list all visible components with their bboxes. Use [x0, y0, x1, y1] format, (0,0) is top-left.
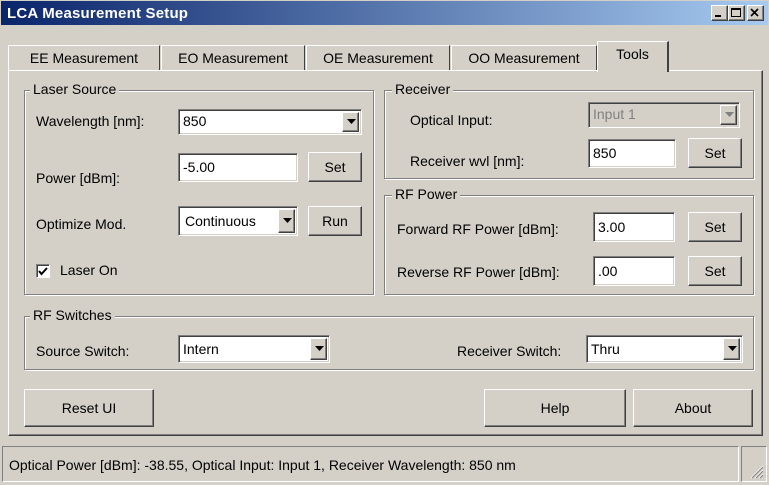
optimize-mod-label: Optimize Mod. [36, 216, 127, 232]
source-switch-combo[interactable]: Intern [178, 335, 330, 363]
forward-rf-power-label: Forward RF Power [dBm]: [397, 221, 559, 237]
laser-on-label: Laser On [60, 262, 118, 278]
minimize-button[interactable] [711, 5, 728, 21]
reset-ui-button[interactable]: Reset UI [24, 389, 154, 427]
resize-grip-icon[interactable] [748, 463, 764, 479]
laser-on-checkbox[interactable] [36, 264, 50, 278]
close-button[interactable] [747, 5, 764, 21]
power-label: Power [dBm]: [36, 170, 121, 186]
dropdown-arrow-icon [347, 119, 356, 124]
checkmark-icon [38, 267, 48, 276]
maximize-icon [731, 8, 741, 17]
tab-oe-measurement[interactable]: OE Measurement [306, 45, 450, 71]
receiver-wvl-input[interactable]: 850 [588, 139, 676, 168]
source-switch-value: Intern [183, 341, 219, 357]
optimize-mod-combo[interactable]: Continuous [178, 206, 298, 236]
source-switch-dropdown-button[interactable] [310, 338, 327, 360]
receiver-wvl-label: Receiver wvl [nm]: [410, 153, 525, 169]
optical-input-combo[interactable]: Input 1 [588, 102, 740, 128]
receiver-switch-value: Thru [591, 341, 620, 357]
window-title: LCA Measurement Setup [7, 5, 189, 22]
wavelength-combo[interactable]: 850 [178, 109, 362, 135]
receiver-set-button[interactable]: Set [688, 138, 742, 168]
maximize-button[interactable] [728, 5, 745, 21]
receiver-switch-combo[interactable]: Thru [586, 335, 743, 363]
forward-rf-power-input[interactable]: 3.00 [593, 212, 675, 242]
title-bar: LCA Measurement Setup [0, 0, 769, 26]
optimize-mod-dropdown-button[interactable] [278, 209, 295, 233]
help-button[interactable]: Help [484, 389, 626, 427]
optimize-mod-value: Continuous [185, 213, 256, 229]
dropdown-arrow-icon [725, 112, 734, 117]
dropdown-arrow-icon [315, 346, 324, 351]
tab-tools[interactable]: Tools [597, 41, 669, 72]
receiver-switch-label: Receiver Switch: [457, 343, 562, 359]
tab-oo-measurement[interactable]: OO Measurement [451, 45, 597, 71]
optical-input-dropdown-button[interactable] [720, 105, 737, 125]
status-text: Optical Power [dBm]: -38.55, Optical Inp… [9, 457, 516, 473]
reverse-rf-power-input[interactable]: .00 [593, 256, 675, 286]
run-button[interactable]: Run [308, 206, 362, 236]
optical-input-label: Optical Input: [410, 112, 493, 128]
optical-input-value: Input 1 [593, 106, 636, 122]
reverse-rf-power-label: Reverse RF Power [dBm]: [397, 264, 560, 280]
rf-power-legend: RF Power [392, 186, 461, 202]
status-bar-grip-pane [741, 446, 767, 482]
tab-eo-measurement[interactable]: EO Measurement [161, 45, 305, 71]
wavelength-dropdown-button[interactable] [342, 112, 359, 132]
forward-rf-power-set-button[interactable]: Set [688, 212, 742, 242]
power-input[interactable]: -5.00 [178, 153, 298, 182]
close-icon [750, 8, 759, 17]
status-bar: Optical Power [dBm]: -38.55, Optical Inp… [2, 446, 739, 482]
about-button[interactable]: About [633, 389, 753, 427]
dropdown-arrow-icon [283, 218, 292, 223]
source-switch-label: Source Switch: [36, 343, 130, 359]
dropdown-arrow-icon [728, 346, 737, 351]
receiver-legend: Receiver [392, 81, 454, 97]
power-set-button[interactable]: Set [308, 152, 362, 182]
rf-switches-legend: RF Switches [30, 307, 115, 323]
minimize-icon [715, 15, 721, 17]
tab-ee-measurement[interactable]: EE Measurement [8, 45, 160, 71]
wavelength-value: 850 [183, 113, 207, 129]
reverse-rf-power-set-button[interactable]: Set [688, 256, 742, 286]
receiver-switch-dropdown-button[interactable] [723, 338, 740, 360]
wavelength-label: Wavelength [nm]: [36, 113, 145, 129]
laser-source-legend: Laser Source [30, 81, 120, 97]
